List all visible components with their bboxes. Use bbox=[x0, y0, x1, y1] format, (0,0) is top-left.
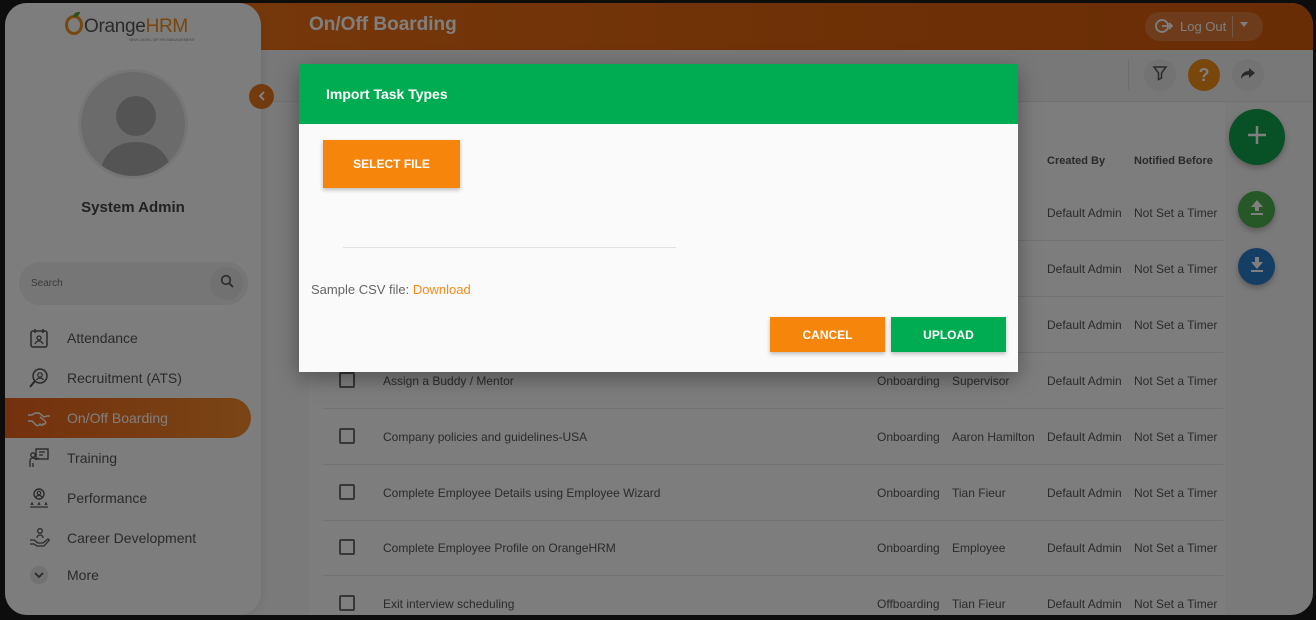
dialog-header: Import Task Types bbox=[299, 64, 1018, 124]
dialog-title: Import Task Types bbox=[326, 86, 448, 102]
upload-button[interactable]: UPLOAD bbox=[891, 317, 1006, 352]
import-task-types-dialog: Import Task Types SELECT FILE Sample CSV… bbox=[299, 64, 1018, 372]
sample-csv-label: Sample CSV file: bbox=[311, 282, 410, 297]
selected-file-field bbox=[343, 247, 676, 248]
cancel-button[interactable]: CANCEL bbox=[770, 317, 885, 352]
sample-csv-row: Sample CSV file: Download bbox=[311, 282, 471, 297]
download-link[interactable]: Download bbox=[413, 282, 471, 297]
select-file-button[interactable]: SELECT FILE bbox=[323, 140, 460, 188]
